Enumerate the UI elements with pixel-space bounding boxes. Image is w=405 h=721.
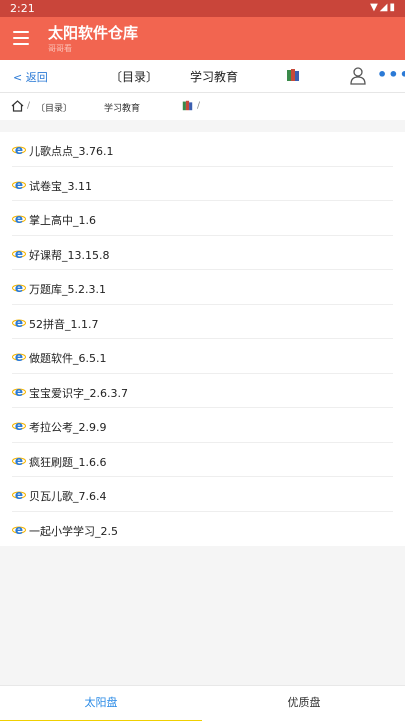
books-icon[interactable] xyxy=(182,100,193,111)
list-item[interactable]: e 52拼音_1.1.7 xyxy=(12,305,393,339)
breadcrumb-category[interactable]: 学习教育 xyxy=(104,101,140,114)
svg-text:e: e xyxy=(15,488,23,502)
browser-e-icon: e xyxy=(12,385,26,399)
books-icon[interactable] xyxy=(286,68,300,82)
list-item[interactable]: e 万题库_5.2.3.1 xyxy=(12,270,393,305)
browser-e-icon: e xyxy=(12,212,26,226)
app-bar: 太阳软件仓库 哥哥看 xyxy=(0,17,405,60)
list-item-label: 考拉公考_2.9.9 xyxy=(29,421,107,434)
app-subtitle: 哥哥看 xyxy=(48,44,72,53)
browser-e-icon: e xyxy=(12,247,26,261)
breadcrumb-separator: / xyxy=(27,101,31,111)
list-item-label: 儿歌点点_3.76.1 xyxy=(29,145,114,158)
more-icon[interactable]: ••• xyxy=(377,65,405,84)
browser-e-icon: e xyxy=(12,419,26,433)
breadcrumb-directory[interactable]: 〔目录〕 xyxy=(36,101,72,114)
svg-text:e: e xyxy=(15,316,23,330)
svg-text:e: e xyxy=(15,281,23,295)
list-item[interactable]: e 做题软件_6.5.1 xyxy=(12,339,393,374)
svg-text:e: e xyxy=(15,454,23,468)
menu-icon[interactable] xyxy=(13,31,29,45)
list-item[interactable]: e 疯狂刷题_1.6.6 xyxy=(12,443,393,477)
back-button[interactable]: < 返回 xyxy=(13,69,48,85)
browser-e-icon: e xyxy=(12,178,26,192)
list-item[interactable]: e 一起小学学习_2.5 xyxy=(12,512,393,547)
app-title: 太阳软件仓库 xyxy=(48,24,139,42)
status-icons: ▼◢▮ xyxy=(370,2,397,13)
back-label: 返回 xyxy=(25,71,48,84)
list-item[interactable]: e 掌上高中_1.6 xyxy=(12,201,393,236)
list-item-label: 疯狂刷题_1.6.6 xyxy=(29,455,107,469)
tab-taiyangpan[interactable]: 太阳盘 xyxy=(0,686,202,721)
file-list: e 儿歌点点_3.76.1 e 试卷宝_3.11 e 掌上高中_1.6 e 好课帮_13… xyxy=(0,132,405,546)
list-item-label: 一起小学学习_2.5 xyxy=(29,524,118,538)
nav-directory[interactable]: 〔目录〕 xyxy=(110,68,158,85)
list-item[interactable]: e 宝宝爱识字_2.6.3.7 xyxy=(12,374,393,408)
list-item[interactable]: e 好课帮_13.15.8 xyxy=(12,236,393,270)
svg-text:e: e xyxy=(15,523,23,537)
svg-text:e: e xyxy=(15,350,23,364)
svg-text:e: e xyxy=(15,143,23,157)
nav-category[interactable]: 学习教育 xyxy=(190,68,238,85)
svg-text:e: e xyxy=(15,178,23,192)
list-item-label: 试卷宝_3.11 xyxy=(29,179,92,193)
nav-bar: < 返回 〔目录〕 学习教育 ••• xyxy=(0,60,405,93)
list-item[interactable]: e 考拉公考_2.9.9 xyxy=(12,408,393,443)
user-icon[interactable] xyxy=(350,67,366,85)
list-item[interactable]: e 儿歌点点_3.76.1 xyxy=(12,132,393,167)
list-item-label: 掌上高中_1.6 xyxy=(29,214,96,227)
home-icon[interactable] xyxy=(11,100,24,112)
status-bar: 2:21 ▼◢▮ xyxy=(0,0,405,17)
browser-e-icon: e xyxy=(12,488,26,502)
list-item-label: 贝瓦儿歌_7.6.4 xyxy=(29,490,107,503)
list-item-label: 万题库_5.2.3.1 xyxy=(29,283,106,296)
browser-e-icon: e xyxy=(12,316,26,330)
bottom-tab-bar: 太阳盘 优质盘 xyxy=(0,685,405,721)
status-time: 2:21 xyxy=(10,2,35,15)
list-item[interactable]: e 试卷宝_3.11 xyxy=(12,167,393,201)
svg-text:e: e xyxy=(15,247,23,261)
browser-e-icon: e xyxy=(12,523,26,537)
svg-text:e: e xyxy=(15,385,23,399)
svg-text:e: e xyxy=(15,212,23,226)
list-item[interactable]: e 贝瓦儿歌_7.6.4 xyxy=(12,477,393,512)
list-item-label: 宝宝爱识字_2.6.3.7 xyxy=(29,386,128,400)
list-item-label: 做题软件_6.5.1 xyxy=(29,352,107,365)
browser-e-icon: e xyxy=(12,281,26,295)
breadcrumb: / 〔目录〕 学习教育 / xyxy=(0,93,405,120)
breadcrumb-separator: / xyxy=(197,101,201,111)
tab-youzhipan[interactable]: 优质盘 xyxy=(203,686,405,721)
list-item-label: 好课帮_13.15.8 xyxy=(29,248,110,262)
list-item-label: 52拼音_1.1.7 xyxy=(29,317,99,331)
svg-text:e: e xyxy=(15,419,23,433)
browser-e-icon: e xyxy=(12,350,26,364)
browser-e-icon: e xyxy=(12,454,26,468)
chevron-left-icon: < xyxy=(13,71,23,84)
browser-e-icon: e xyxy=(12,143,26,157)
